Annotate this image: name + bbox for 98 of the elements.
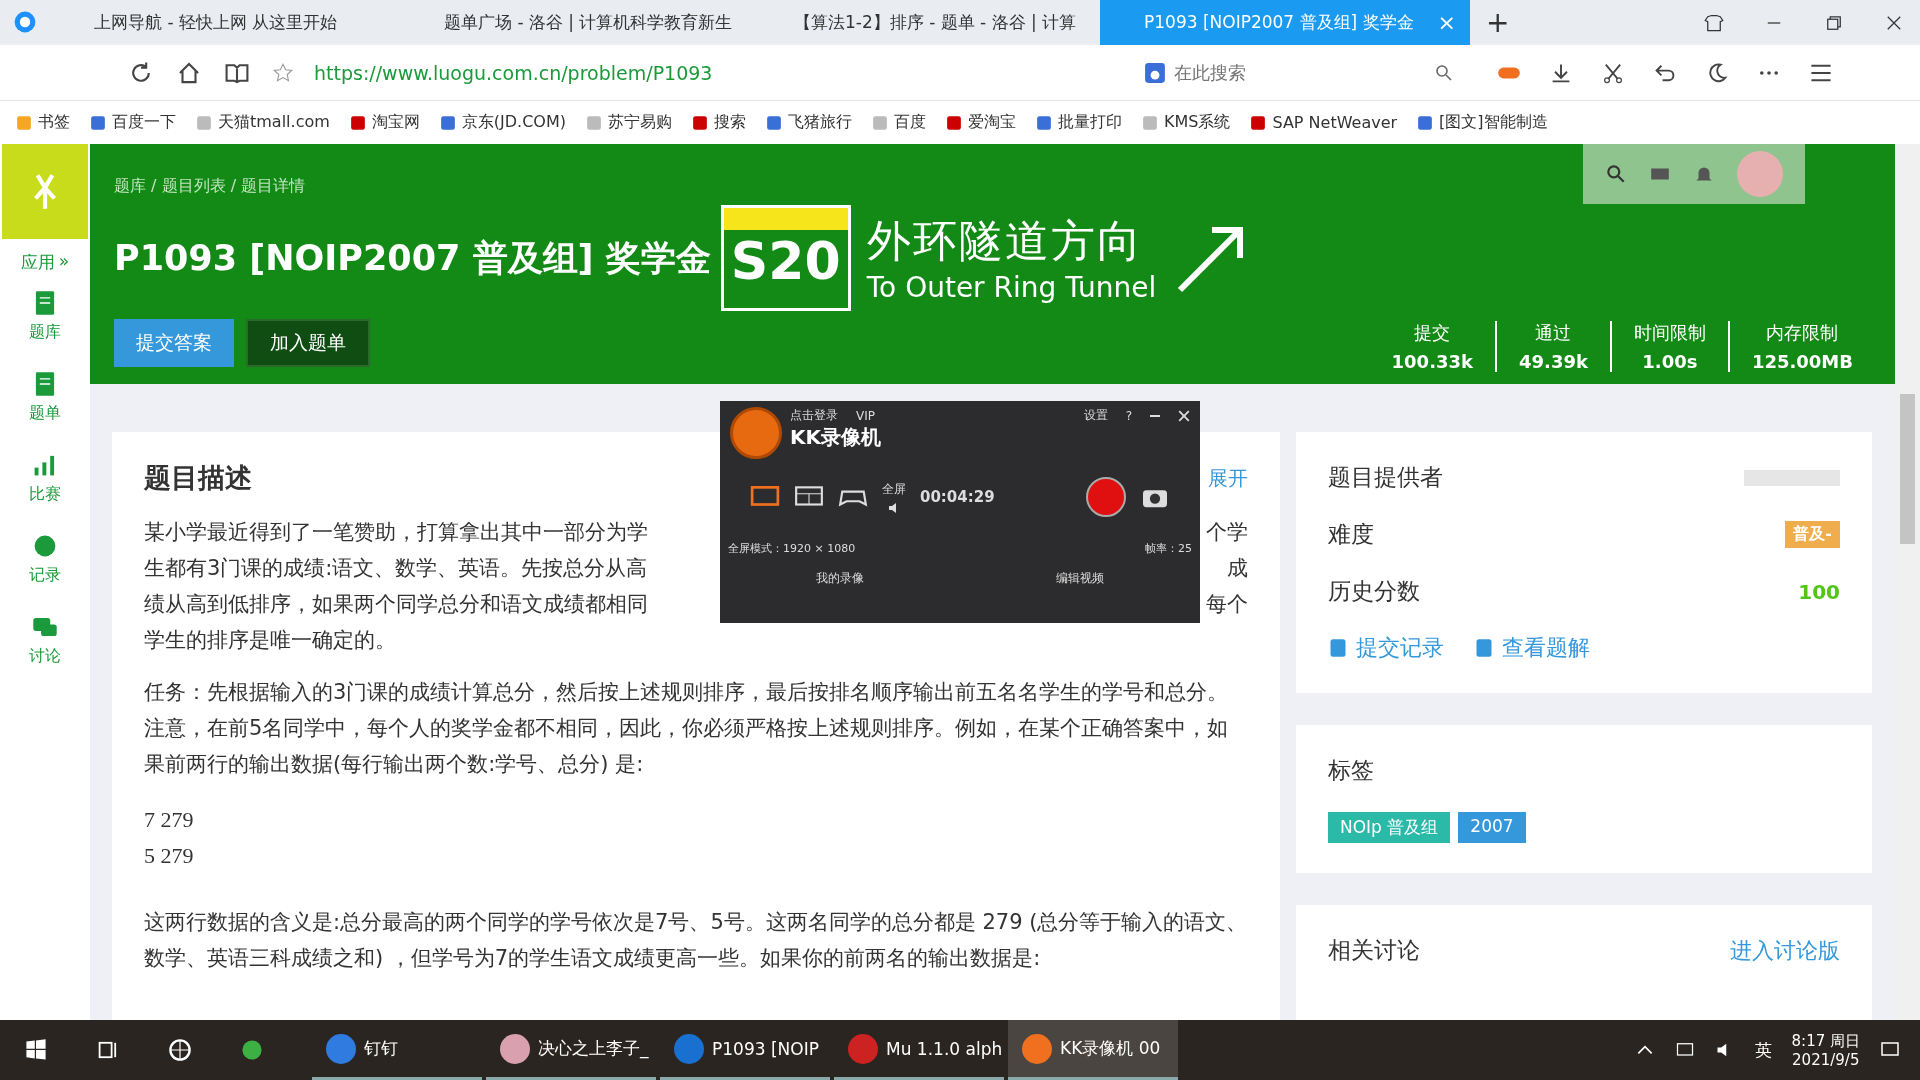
- taskbar-app[interactable]: 决心之上李子_: [486, 1020, 656, 1080]
- score-value: 100: [1798, 579, 1840, 604]
- stat-label: 时间限制: [1633, 321, 1706, 345]
- recording-timer: 00:04:29: [920, 488, 995, 506]
- sidebar-item[interactable]: 讨论: [29, 614, 61, 667]
- taskbar-app[interactable]: P1093 [NOIP: [660, 1020, 830, 1080]
- taskbar-app[interactable]: KK录像机 00: [1008, 1020, 1178, 1080]
- problem-title: P1093 [NOIP2007 普及组] 奖学金: [114, 236, 711, 280]
- new-tab-button[interactable]: +: [1470, 6, 1526, 39]
- site-icon: [946, 114, 962, 131]
- recorder-link[interactable]: 编辑视频: [1056, 570, 1104, 587]
- description-text: 成: [1227, 555, 1248, 582]
- bookmark-link[interactable]: 飞猪旅行: [766, 112, 852, 133]
- expand-arrow[interactable]: »: [58, 251, 70, 274]
- bookmark-link[interactable]: 批量打印: [1036, 112, 1122, 133]
- bookmark-link[interactable]: 百度: [872, 112, 926, 133]
- site-icon: [90, 114, 106, 131]
- site-icon: [439, 114, 456, 131]
- bookmark-link[interactable]: 百度一下: [90, 112, 176, 133]
- bookmark-link[interactable]: 爱淘宝: [946, 112, 1016, 133]
- stat-value: 125.00MB: [1751, 351, 1853, 372]
- browser-tab[interactable]: 【算法1-2】排序 - 题单 - 洛谷 | 计算: [750, 0, 1100, 45]
- minimize-icon[interactable]: [1150, 414, 1160, 417]
- site-icon: [766, 114, 782, 131]
- description-text: 绩从高到低排序，如果两个同学总分和语文成绩都相同: [144, 591, 648, 618]
- bookmark-link[interactable]: SAP NetWeaver: [1250, 113, 1398, 132]
- stat-label: 内存限制: [1766, 321, 1839, 345]
- apps-label[interactable]: 应用: [20, 251, 55, 274]
- bookmark-link[interactable]: KMS系统: [1142, 112, 1231, 133]
- browser-tab[interactable]: 上网导航 - 轻快上网 从这里开始: [50, 0, 400, 45]
- stat-value: 49.39k: [1519, 351, 1588, 372]
- browser-logo-icon[interactable]: [12, 9, 38, 35]
- sample-output-line: 7 279: [144, 806, 195, 834]
- stat-label: 通过: [1535, 321, 1572, 345]
- monitor-icon[interactable]: [750, 485, 780, 509]
- bookmark-link[interactable]: 淘宝网: [349, 112, 420, 133]
- bookmark-link[interactable]: [图文]智能制造: [1417, 112, 1548, 133]
- sidebar-item[interactable]: 比赛: [29, 452, 61, 505]
- clock-time: 8:17 周日: [1791, 1031, 1860, 1051]
- section-heading: 题目描述: [144, 461, 252, 495]
- login-link[interactable]: 点击登录: [790, 407, 838, 424]
- taskbar-app[interactable]: 钉钉: [312, 1020, 482, 1080]
- explanation-paragraph: 这两行数据的含义是:总分最高的两个同学的学号依次是7号、5号。这两名同学的总分都是 279 (总分等于输入的语文、数学、英语三科成绩之和) ，但学号为7的学生语文成绩更高一些。如果你的前两名的输出数据是:: [144, 909, 1248, 972]
- site-icon: [872, 114, 888, 131]
- input-method-indicator[interactable]: 英: [1754, 1038, 1772, 1062]
- search-icon: [1434, 62, 1454, 83]
- discussion-label: 相关讨论: [1328, 936, 1420, 965]
- site-icon: [586, 114, 602, 131]
- tags-label: 标签: [1328, 756, 1375, 785]
- sidebar-item[interactable]: 题单: [29, 371, 61, 424]
- description-text: 生都有3门课的成绩:语文、数学、英语。先按总分从高: [144, 555, 648, 582]
- sidebar-item[interactable]: 记录: [29, 533, 61, 586]
- settings-button[interactable]: 设置: [1083, 407, 1108, 424]
- breadcrumb: 题库 / 题目列表 / 题目详情: [114, 176, 307, 197]
- task-paragraph: 任务：先根据输入的3门课的成绩计算总分，然后按上述规则排序，最后按排名顺序输出前五名名学生的学号和总分。注意，在前5名同学中，每个人的奖学金都不相同，因此，你必须严格按上述规则排序。例如，在某个正确答案中，如果前两行的输出数据(每行输出两个数:学号、总分) 是:: [144, 679, 1230, 778]
- record-button[interactable]: [1086, 477, 1126, 517]
- stat-value: 1.00s: [1642, 351, 1698, 372]
- resolution-text: 全屏模式：1920 × 1080: [728, 541, 856, 556]
- description-text: 某小学最近得到了一笔赞助，打算拿出其中一部分为学: [144, 519, 648, 546]
- help-button[interactable]: ?: [1125, 408, 1132, 423]
- site-icon: [1036, 114, 1052, 131]
- stat-label: 提交: [1414, 321, 1451, 345]
- description-text: 个学: [1206, 519, 1248, 546]
- site-icon: [1250, 114, 1267, 131]
- clock-date: 2021/9/5: [1792, 1050, 1860, 1069]
- stat-value: 100.33k: [1391, 351, 1473, 372]
- bookmark-link[interactable]: 苏宁易购: [586, 112, 672, 133]
- difficulty-badge: 普及-: [1785, 521, 1840, 548]
- browser-tab[interactable]: 题单广场 - 洛谷 | 计算机科学教育新生: [400, 0, 750, 45]
- app-name: KK录像机: [790, 424, 882, 451]
- vip-label: VIP: [856, 408, 875, 423]
- bookmark-link[interactable]: 天猫tmall.com: [196, 112, 330, 133]
- search-icon[interactable]: [1605, 163, 1627, 185]
- shirt-icon[interactable]: [1704, 12, 1724, 33]
- mode-label: 全屏: [882, 480, 906, 498]
- add-to-list-button[interactable]: 加入题单: [246, 319, 370, 367]
- site-icon: [1142, 114, 1158, 131]
- taskbar-app[interactable]: Mu 1.1.0 alph: [834, 1020, 1004, 1080]
- score-label: 历史分数: [1328, 577, 1420, 606]
- site-icon: [349, 114, 366, 131]
- bookmark-link[interactable]: 书签: [16, 112, 70, 133]
- site-icon: [692, 114, 708, 131]
- description-text: 每个: [1206, 591, 1248, 618]
- sidebar-item[interactable]: 题库: [29, 290, 61, 343]
- fps-text: 帧率：25: [1145, 541, 1192, 556]
- site-icon: [1417, 114, 1434, 131]
- bookmark-link[interactable]: 搜索: [692, 112, 746, 133]
- sample-output-line: 5 279: [144, 842, 195, 870]
- close-icon[interactable]: [1178, 409, 1190, 422]
- description-text: 学生的排序是唯一确定的。: [144, 627, 396, 654]
- bookmark-link[interactable]: 京东(JD.COM): [439, 112, 566, 133]
- windows-start-icon[interactable]: [24, 1038, 48, 1062]
- difficulty-label: 难度: [1328, 520, 1374, 549]
- provider-label: 题目提供者: [1328, 463, 1443, 492]
- window-icon[interactable]: [794, 485, 824, 509]
- address-field[interactable]: https://www.luogu.com.cn/problem/P1093: [314, 61, 713, 84]
- site-icon: [196, 114, 212, 131]
- recorder-link[interactable]: 我的录像: [816, 570, 864, 587]
